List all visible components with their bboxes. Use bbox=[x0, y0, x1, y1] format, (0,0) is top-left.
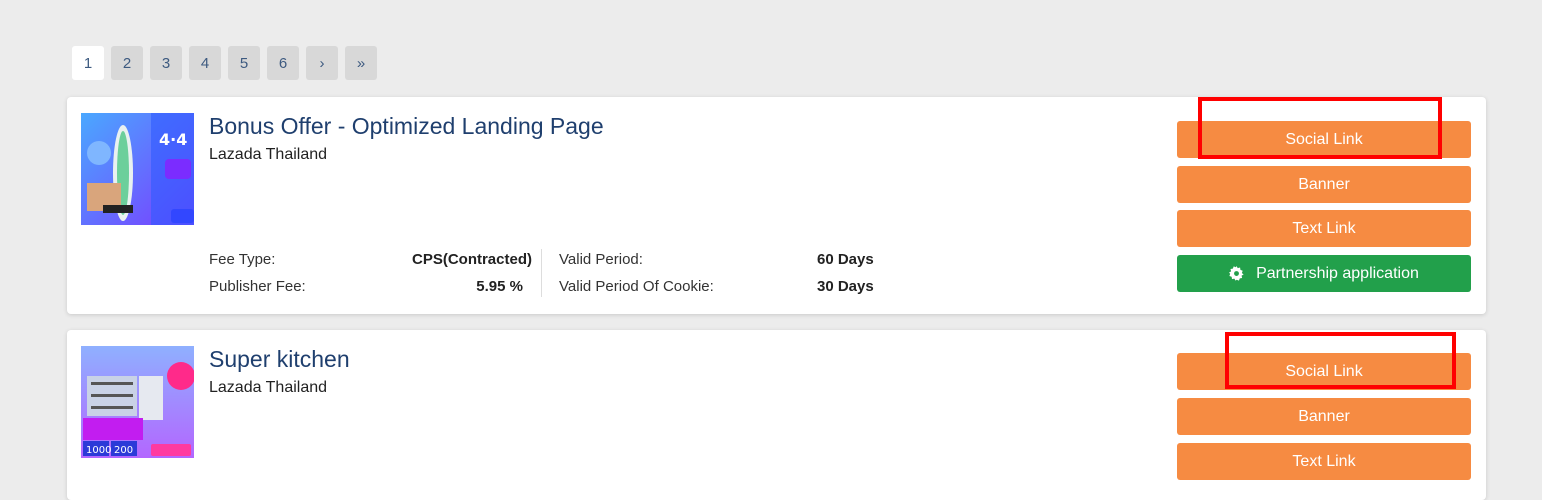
gear-icon bbox=[1229, 266, 1244, 281]
publisher-fee-value: 5.95 % bbox=[476, 278, 523, 295]
merchant-name: Lazada Thailand bbox=[209, 146, 328, 163]
page-5-button[interactable]: 5 bbox=[228, 46, 260, 80]
offer-title[interactable]: Bonus Offer - Optimized Landing Page bbox=[209, 113, 604, 140]
svg-text:200: 200 bbox=[114, 445, 133, 456]
page-4-button[interactable]: 4 bbox=[189, 46, 221, 80]
svg-text:4·4: 4·4 bbox=[159, 130, 187, 149]
svg-text:1000: 1000 bbox=[86, 445, 111, 456]
page-3-button[interactable]: 3 bbox=[150, 46, 182, 80]
partnership-application-button[interactable]: Partnership application bbox=[1177, 255, 1471, 292]
valid-period-value: 60 Days bbox=[817, 251, 874, 268]
partnership-application-label: Partnership application bbox=[1256, 264, 1419, 282]
highlight-box bbox=[1198, 97, 1442, 159]
offer-title[interactable]: Super kitchen bbox=[209, 346, 350, 373]
pagination: 1 2 3 4 5 6 › » bbox=[72, 46, 377, 80]
next-page-button[interactable]: › bbox=[306, 46, 338, 80]
offer-thumbnail[interactable]: 1000 200 bbox=[81, 346, 194, 458]
valid-period-label: Valid Period: bbox=[559, 251, 643, 268]
fee-type-label: Fee Type: bbox=[209, 251, 276, 268]
text-link-button[interactable]: Text Link bbox=[1177, 443, 1471, 480]
page-1-button[interactable]: 1 bbox=[72, 46, 104, 80]
merchant-name: Lazada Thailand bbox=[209, 379, 328, 396]
offer-thumbnail[interactable]: 4·4 bbox=[81, 113, 194, 225]
publisher-fee-label: Publisher Fee: bbox=[209, 278, 306, 295]
last-page-button[interactable]: » bbox=[345, 46, 377, 80]
cookie-period-value: 30 Days bbox=[817, 278, 874, 295]
banner-button[interactable]: Banner bbox=[1177, 166, 1471, 203]
highlight-box bbox=[1225, 332, 1456, 389]
stats-divider bbox=[541, 249, 542, 297]
cookie-period-label: Valid Period Of Cookie: bbox=[559, 278, 714, 295]
text-link-button[interactable]: Text Link bbox=[1177, 210, 1471, 247]
page-6-button[interactable]: 6 bbox=[267, 46, 299, 80]
page-2-button[interactable]: 2 bbox=[111, 46, 143, 80]
offer-stats: Fee Type: CPS(Contracted) Publisher Fee:… bbox=[209, 247, 939, 299]
fee-type-value: CPS(Contracted) bbox=[411, 251, 532, 268]
banner-button[interactable]: Banner bbox=[1177, 398, 1471, 435]
